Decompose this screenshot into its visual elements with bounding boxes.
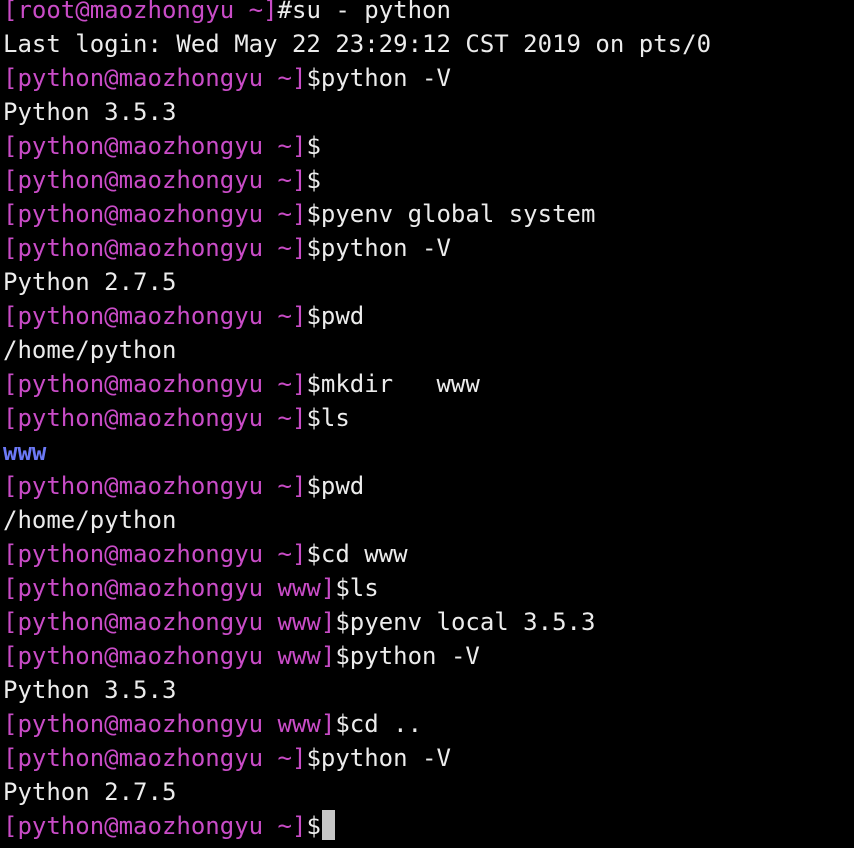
terminal-line: [python@maozhongyu ~]$pwd <box>3 469 711 503</box>
command-output: /home/python <box>3 336 177 364</box>
command-text: $pwd <box>306 472 365 500</box>
shell-prompt: [python@maozhongyu www] <box>3 574 336 602</box>
shell-prompt: [python@maozhongyu ~] <box>3 132 307 160</box>
command-text: $python -V <box>306 744 451 772</box>
command-text: $pyenv global system <box>306 200 596 228</box>
terminal-line: www <box>3 435 711 469</box>
shell-prompt: [root@maozhongyu ~] <box>3 0 278 24</box>
command-text: $cd www <box>306 540 408 568</box>
command-text: $pyenv local 3.5.3 <box>335 608 596 636</box>
command-text: #su - python <box>277 0 451 24</box>
command-text: $mkdir www <box>306 370 480 398</box>
terminal-line: /home/python <box>3 333 711 367</box>
command-text: $pwd <box>306 302 365 330</box>
shell-prompt: [python@maozhongyu www] <box>3 608 336 636</box>
terminal-line: Python 3.5.3 <box>3 673 711 707</box>
command-text: $ <box>306 132 321 160</box>
command-text: $python -V <box>306 64 451 92</box>
terminal-line: [python@maozhongyu www]$cd .. <box>3 707 711 741</box>
command-text: $ <box>306 166 321 194</box>
shell-prompt: [python@maozhongyu ~] <box>3 370 307 398</box>
terminal-line: [python@maozhongyu ~]$cd www <box>3 537 711 571</box>
terminal-input-line[interactable]: [python@maozhongyu ~]$ <box>3 809 711 843</box>
terminal-line: [python@maozhongyu ~]$ <box>3 163 711 197</box>
terminal-line: [python@maozhongyu ~]$pwd <box>3 299 711 333</box>
terminal-line: Last login: Wed May 22 23:29:12 CST 2019… <box>3 27 711 61</box>
terminal-line: [python@maozhongyu www]$ls <box>3 571 711 605</box>
command-text: $ <box>306 812 321 840</box>
terminal-line: [root@maozhongyu ~]#su - python <box>3 0 711 27</box>
terminal-line: [python@maozhongyu www]$python -V <box>3 639 711 673</box>
terminal-window[interactable]: [root@maozhongyu ~]#su - python Last log… <box>0 0 854 848</box>
shell-prompt: [python@maozhongyu ~] <box>3 744 307 772</box>
terminal-line: [python@maozhongyu ~]$pyenv global syste… <box>3 197 711 231</box>
terminal-line: [python@maozhongyu ~]$python -V <box>3 61 711 95</box>
terminal-line: [python@maozhongyu ~]$ls <box>3 401 711 435</box>
command-output: Python 2.7.5 <box>3 778 177 806</box>
shell-prompt: [python@maozhongyu www] <box>3 710 336 738</box>
terminal-line: /home/python <box>3 503 711 537</box>
command-text: $cd .. <box>335 710 423 738</box>
command-text: $python -V <box>335 642 480 670</box>
command-output: Python 3.5.3 <box>3 676 177 704</box>
shell-prompt: [python@maozhongyu ~] <box>3 404 307 432</box>
shell-prompt: [python@maozhongyu ~] <box>3 200 307 228</box>
shell-prompt: [python@maozhongyu www] <box>3 642 336 670</box>
shell-prompt: [python@maozhongyu ~] <box>3 302 307 330</box>
terminal-line: [python@maozhongyu ~]$python -V <box>3 231 711 265</box>
terminal-line: [python@maozhongyu ~]$ <box>3 129 711 163</box>
command-output: Python 3.5.3 <box>3 98 177 126</box>
terminal-line: Python 2.7.5 <box>3 775 711 809</box>
shell-prompt: [python@maozhongyu ~] <box>3 540 307 568</box>
terminal-line: Python 3.5.3 <box>3 95 711 129</box>
terminal-line: [python@maozhongyu ~]$mkdir www <box>3 367 711 401</box>
command-text: $python -V <box>306 234 451 262</box>
shell-prompt: [python@maozhongyu ~] <box>3 64 307 92</box>
terminal-output: [root@maozhongyu ~]#su - python Last log… <box>3 0 711 843</box>
shell-prompt: [python@maozhongyu ~] <box>3 234 307 262</box>
command-output: /home/python <box>3 506 177 534</box>
shell-prompt: [python@maozhongyu ~] <box>3 812 307 840</box>
command-text: $ls <box>335 574 379 602</box>
shell-prompt: [python@maozhongyu ~] <box>3 472 307 500</box>
directory-listing-entry: www <box>3 438 47 466</box>
command-output: Python 2.7.5 <box>3 268 177 296</box>
command-text: $ls <box>306 404 350 432</box>
terminal-line: [python@maozhongyu www]$pyenv local 3.5.… <box>3 605 711 639</box>
text-cursor[interactable] <box>321 810 335 840</box>
terminal-line: Python 2.7.5 <box>3 265 711 299</box>
command-output: Last login: Wed May 22 23:29:12 CST 2019… <box>3 30 712 58</box>
terminal-line: [python@maozhongyu ~]$python -V <box>3 741 711 775</box>
shell-prompt: [python@maozhongyu ~] <box>3 166 307 194</box>
